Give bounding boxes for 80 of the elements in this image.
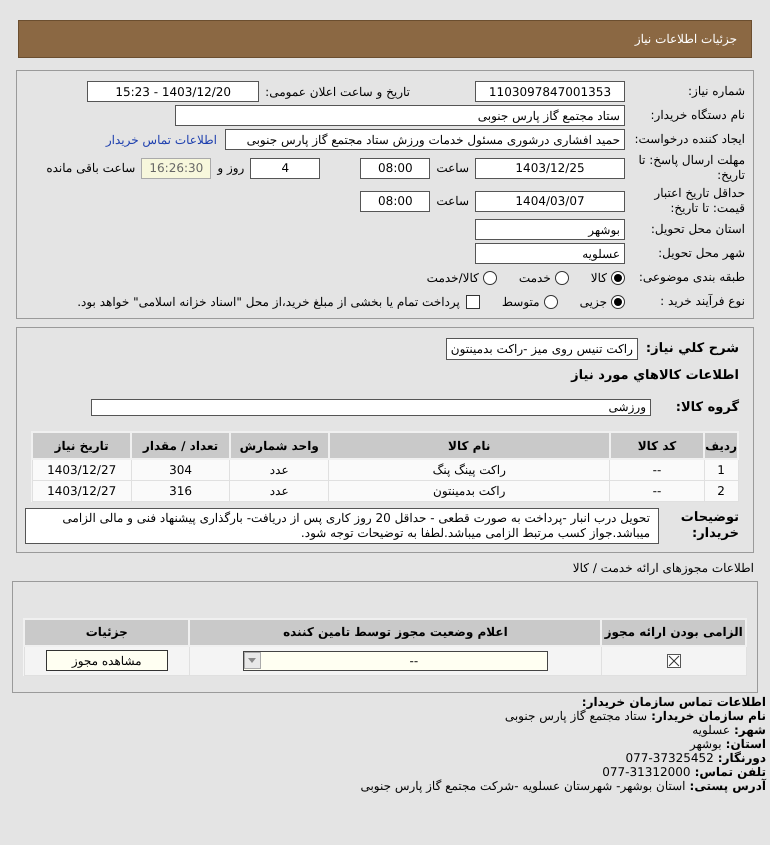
text-field[interactable]: 08:00 [360, 190, 430, 212]
text-field[interactable]: 1103097847001353 [475, 81, 625, 102]
section-title: اطلاعات کالاهاي مورد نياز [570, 367, 739, 385]
field-label: ساعت باقی مانده [46, 160, 136, 177]
radio-button[interactable] [482, 270, 497, 284]
view-license-button[interactable]: مشاهده مجوز [46, 650, 168, 672]
radio-button[interactable] [554, 270, 569, 284]
field-value: عسلویه [692, 723, 730, 737]
field-label: شرح کلي نياز: [646, 340, 739, 358]
table-cell: -- [610, 459, 704, 480]
table-cell: 316 [131, 480, 230, 501]
notes-field: تحویل درب انبار -پرداخت به صورت قطعی - حداقل 20 روز کاری پس از دریافت- بارگذاری پیشنهاد فنی و مالی الزامی میباشد.جواز کسب مرتبط الزامی میباشد.لطفا به توضیحات توجه شود. [25, 508, 659, 544]
column-header: الزامی بودن ارائه مجوز [601, 618, 746, 646]
radio-button[interactable] [611, 294, 625, 308]
field-label: دورنگار: [718, 751, 766, 765]
summary-field: راکت تنیس روی میز -راکت بدمینتون [446, 338, 638, 360]
text-field[interactable]: بوشهر [475, 219, 625, 240]
text-field[interactable]: عسلویه [475, 243, 625, 264]
field-label: طبقه بندی موضوعی: [638, 270, 745, 285]
table-cell: 1403/12/27 [32, 459, 132, 480]
field-label: توضیحات خریدار: [680, 510, 739, 542]
section-title: اطلاعات مجوزهای ارائه خدمت / کالا [572, 560, 754, 576]
page-title: جزئیات اطلاعات نیاز [634, 31, 737, 48]
option-label: کالا [590, 270, 607, 286]
field-label: تلفن تماس: [694, 765, 766, 779]
countdown-field: 16:26:30 [141, 158, 212, 178]
option-label: متوسط [502, 294, 540, 310]
text-field[interactable]: 1403/12/25 [475, 158, 625, 178]
field-label: نوع فرآیند خرید : [659, 294, 745, 309]
field-label: ساعت [436, 193, 469, 210]
column-header: اعلام وضعیت مجوز توسط تامین کننده [189, 618, 602, 646]
table-cell: 1 [704, 459, 738, 480]
field-label: روز و [217, 160, 244, 177]
column-header: نام کالا [328, 432, 610, 459]
field-value: استان بوشهر- شهرستان عسلویه -شرکت مجتمع گاز پارس جنوبی [360, 779, 686, 793]
field-label: استان: [726, 737, 766, 751]
text-field[interactable]: حمید افشاری درشوری مسئول خدمات ورزش ستاد مجتمع گاز پارس جنوبی [225, 129, 625, 150]
field-label: مهلت ارسال پاسخ: تا تاریخ: [637, 153, 745, 183]
field-label: حداقل تاریخ اعتبار قیمت: تا تاریخ: [652, 186, 745, 216]
column-header: جزئیات [24, 618, 190, 646]
group-field: ورزشی [91, 398, 651, 416]
table-cell: راکت بدمینتون [328, 480, 610, 501]
column-header: ردیف [704, 432, 738, 459]
field-value: ستاد مجتمع گاز پارس جنوبی [504, 709, 648, 723]
table-cell: عدد [230, 480, 329, 501]
field-value: 077-31312000 [602, 765, 691, 779]
contact-link[interactable]: اطلاعات تماس خریدار [106, 130, 217, 148]
text-field[interactable]: ستاد مجتمع گاز پارس جنوبی [175, 105, 625, 126]
status-dropdown[interactable]: -- [242, 650, 548, 671]
table-cell: راکت پینگ پنگ [328, 459, 610, 480]
field-label: نام سازمان خریدار: [651, 709, 766, 723]
contact-title: اطلاعات تماس سازمان خریدار: [580, 695, 766, 709]
field-value: بوشهر [690, 737, 722, 751]
field-label: آدرس پستی: [690, 779, 766, 793]
text-field[interactable]: 4 [250, 158, 320, 178]
radio-button[interactable] [544, 294, 558, 308]
field-label: تاریخ و ساعت اعلان عمومی: [265, 84, 410, 100]
field-label: شهر محل تحویل: [657, 246, 745, 261]
option-label: جزیی [580, 294, 607, 310]
field-label: ساعت [436, 160, 469, 177]
text-field[interactable]: 1404/03/07 [475, 190, 625, 212]
field-value: 077-37325452 [625, 751, 714, 765]
option-label: کالا/خدمت [426, 270, 479, 286]
option-label: خدمت [518, 270, 551, 286]
radio-button[interactable] [611, 270, 625, 284]
checkbox-label: پرداخت تمام یا بخشی از مبلغ خرید،از محل "اسناد خزانه اسلامی" خواهد بود. [77, 294, 460, 310]
text-field[interactable]: 1403/12/20 - 15:23 [87, 81, 260, 102]
checkbox[interactable] [466, 294, 480, 308]
table-cell: 2 [704, 480, 738, 501]
table-cell: 304 [131, 459, 230, 480]
text-field[interactable]: 08:00 [360, 158, 430, 178]
field-label: نام دستگاه خریدار: [650, 108, 745, 123]
table-cell: 1403/12/27 [32, 480, 132, 501]
field-label: استان محل تحویل: [650, 222, 745, 237]
field-label: شهر: [734, 723, 766, 737]
field-label: ایجاد کننده درخواست: [633, 132, 745, 147]
field-label: شماره نیاز: [687, 84, 745, 99]
field-label: گروه کالا: [674, 398, 739, 416]
table-cell: عدد [230, 459, 329, 480]
table-cell: -- [610, 480, 704, 501]
